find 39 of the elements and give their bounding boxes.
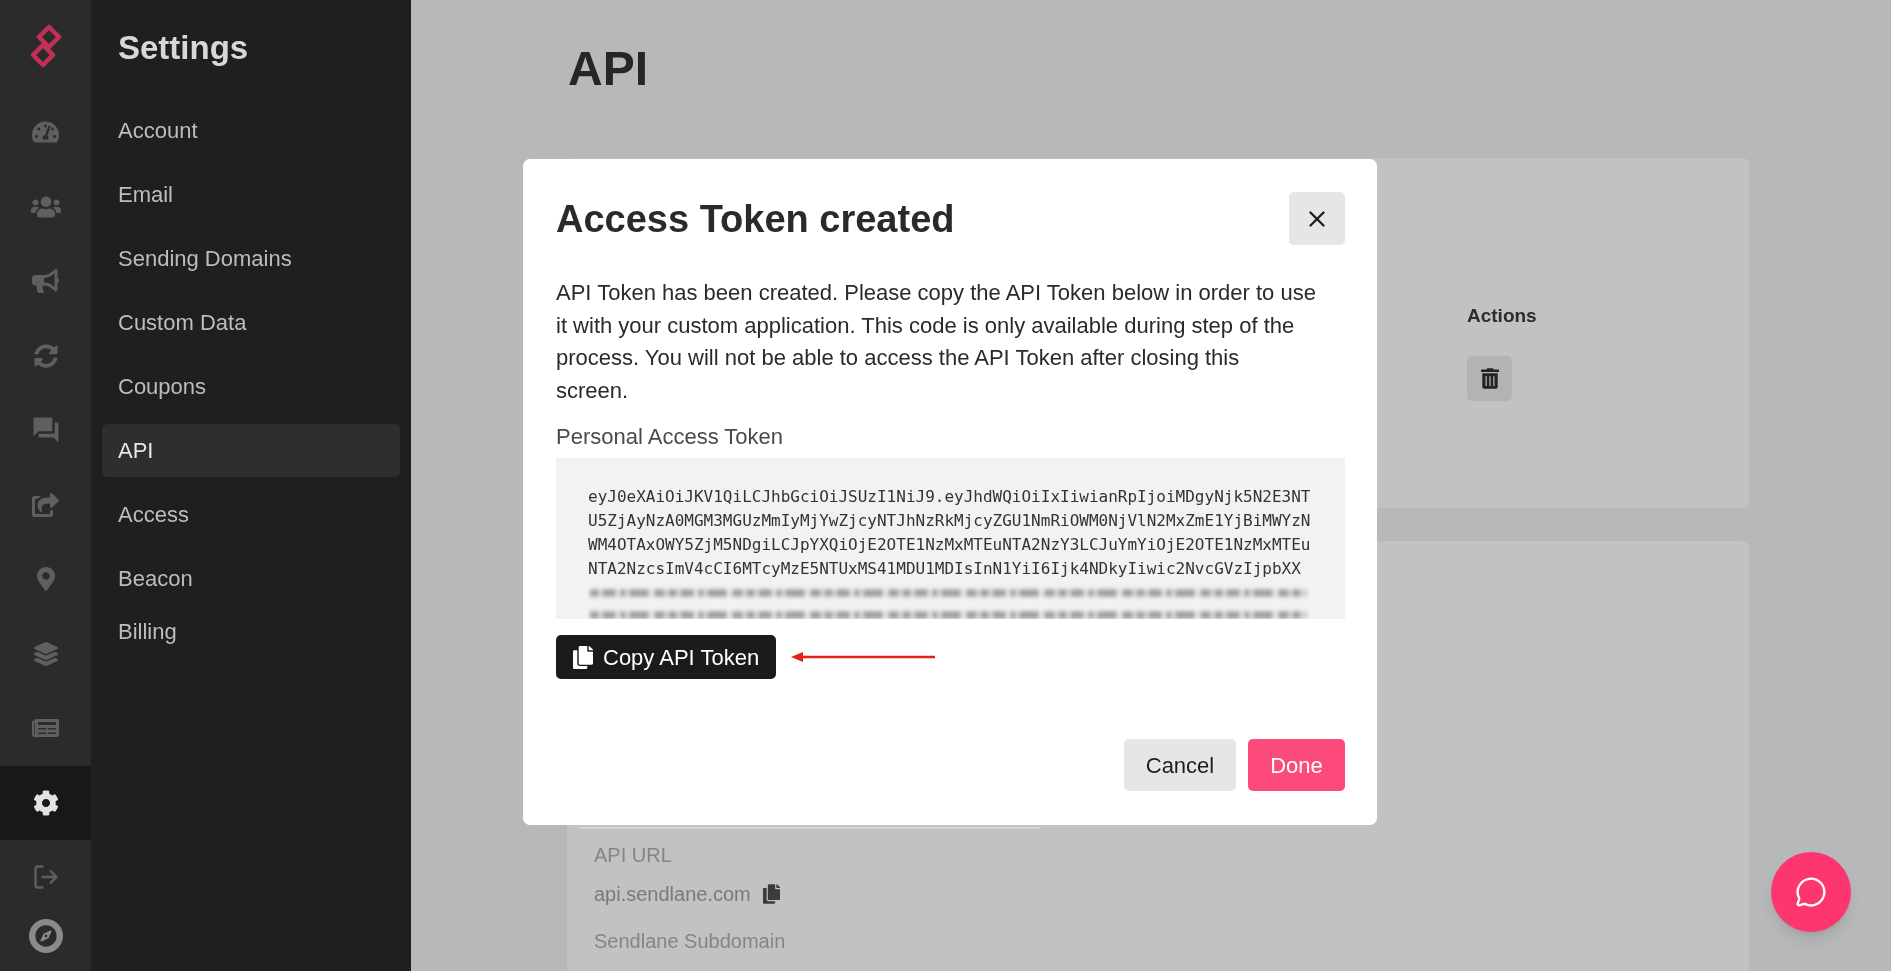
- trash-icon: [1480, 368, 1499, 389]
- sidebar-item[interactable]: Billing: [102, 605, 400, 658]
- token-text: eyJ0eXAiOiJKV1QiLCJhbGciOiJSUzI1NiJ9.eyJhdWQiOiIxIiwianRpIjoiMDgyNjk5N2E3NT U5ZjAyNzA0MGM3MGUzMmIyMjYwZjcyNTJhNzRkMjcyZGU1NmRiOWM0NjVlN2MxZmE1YjBiMWYzN WM4OTAxOWY5ZjM5NDgiLCJpYXQiOjE2OTE1NzMxMTEuNTA2NzY3LCJuYmYiOjE2OTE1NzMxMTEu NTA2NzcsImV4cCI6MTcyMzE5NTUxMS41MDU1MDIsInN1YiI6Ijk4NDkyIiwic2NvcGVzIjpbXX: [588, 486, 1311, 580]
- column-header: Actions: [1467, 304, 1537, 328]
- explore-button[interactable]: [28, 918, 63, 953]
- settings-icon: [32, 789, 59, 816]
- gauge-icon: [32, 120, 59, 145]
- page-title: API: [567, 41, 648, 97]
- sidebar-item[interactable]: Sending Domains: [102, 232, 400, 285]
- copy-token-button[interactable]: Copy API Token: [556, 635, 777, 679]
- speech-bubble-icon: [1795, 876, 1827, 908]
- nav-button[interactable]: [0, 765, 91, 840]
- sidebar-item[interactable]: Account: [102, 104, 400, 157]
- sidebar-item[interactable]: Access: [102, 488, 400, 541]
- token-label: Personal Access Token: [556, 423, 784, 451]
- field-label: Sendlane Subdomain: [594, 929, 786, 953]
- cancel-button[interactable]: Cancel: [1124, 739, 1236, 791]
- megaphone-icon: [32, 269, 59, 294]
- copy-icon[interactable]: [762, 884, 780, 904]
- dialog-title: Access Token created: [556, 196, 955, 242]
- sync-icon: [33, 343, 58, 368]
- users-icon: [30, 194, 61, 219]
- layers-icon: [33, 641, 58, 666]
- delete-button[interactable]: [1467, 356, 1512, 401]
- field-label: API URL: [594, 843, 672, 867]
- copy-icon: [573, 645, 593, 669]
- sidebar-item[interactable]: Custom Data: [102, 296, 400, 349]
- dialog-message: API Token has been created. Please copy the API Token below in order to use it with your custom application. This code is only available during step of the process. You will not be able to access the API Token after closing this screen.: [556, 279, 1316, 405]
- sidebar-item[interactable]: Coupons: [102, 360, 400, 413]
- map-pin-icon: [36, 567, 55, 592]
- sidebar-item[interactable]: Beacon: [102, 552, 400, 605]
- compass-icon: [34, 924, 57, 947]
- share-icon: [32, 492, 59, 517]
- sidebar-title: Settings: [118, 28, 249, 68]
- sidebar-item[interactable]: Email: [102, 168, 400, 221]
- field-value: api.sendlane.com: [594, 882, 751, 906]
- close-button[interactable]: [1289, 192, 1345, 245]
- sidebar-item[interactable]: API: [102, 424, 400, 477]
- logout-icon: [31, 863, 60, 892]
